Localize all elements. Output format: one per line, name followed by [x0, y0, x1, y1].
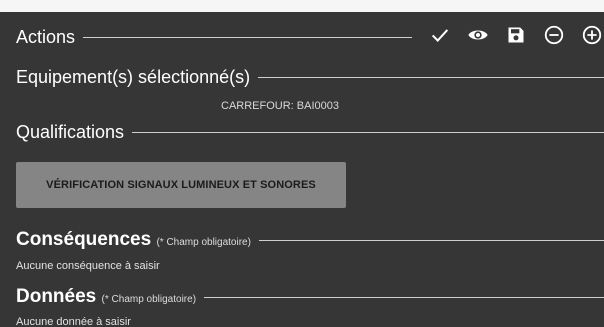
action-toolbar: [428, 23, 604, 47]
selected-equipment: CARREFOUR: BAI0003: [221, 100, 339, 112]
consequences-title-text: Conséquences: [16, 229, 152, 250]
equipment-title: Equipement(s) sélectionné(s): [16, 67, 251, 87]
validate-button[interactable]: [428, 23, 452, 47]
plus-circle-icon: [582, 25, 602, 45]
actions-header: Actions: [16, 26, 412, 48]
consequences-empty-text: Aucune conséquence à saisir: [16, 260, 160, 272]
qualifications-title: Qualifications: [16, 122, 125, 142]
qualification-button[interactable]: VÉRIFICATION SIGNAUX LUMINEUX ET SONORES: [16, 162, 346, 208]
donnees-required-note: (* Champ obligatoire): [101, 294, 197, 305]
donnees-divider: [204, 296, 604, 298]
donnees-header: Données (* Champ obligatoire): [16, 286, 604, 308]
consequences-title: Conséquences (* Champ obligatoire): [16, 229, 251, 251]
donnees-empty-text: Aucune donnée à saisir: [16, 316, 131, 327]
qualifications-divider: [132, 132, 604, 133]
remove-button[interactable]: [542, 23, 566, 47]
qualifications-header: Qualifications: [16, 122, 604, 143]
equipment-header: Equipement(s) sélectionné(s): [16, 67, 604, 88]
donnees-title-text: Données: [16, 286, 97, 307]
consequences-required-note: (* Champ obligatoire): [156, 237, 251, 248]
view-button[interactable]: [466, 23, 490, 47]
save-button[interactable]: [504, 23, 528, 47]
actions-divider: [83, 36, 412, 38]
app-screen: Actions Equipement(s) sélectionné(s) CAR…: [0, 12, 604, 327]
actions-title: Actions: [16, 26, 76, 47]
save-icon: [508, 27, 524, 43]
minus-circle-icon: [544, 25, 564, 45]
add-button[interactable]: [580, 23, 604, 47]
equipment-divider: [258, 77, 604, 78]
donnees-title: Données (* Champ obligatoire): [16, 286, 196, 308]
check-icon: [431, 29, 449, 42]
consequences-divider: [258, 239, 604, 241]
eye-icon: [468, 30, 488, 40]
consequences-header: Conséquences (* Champ obligatoire): [16, 229, 604, 251]
